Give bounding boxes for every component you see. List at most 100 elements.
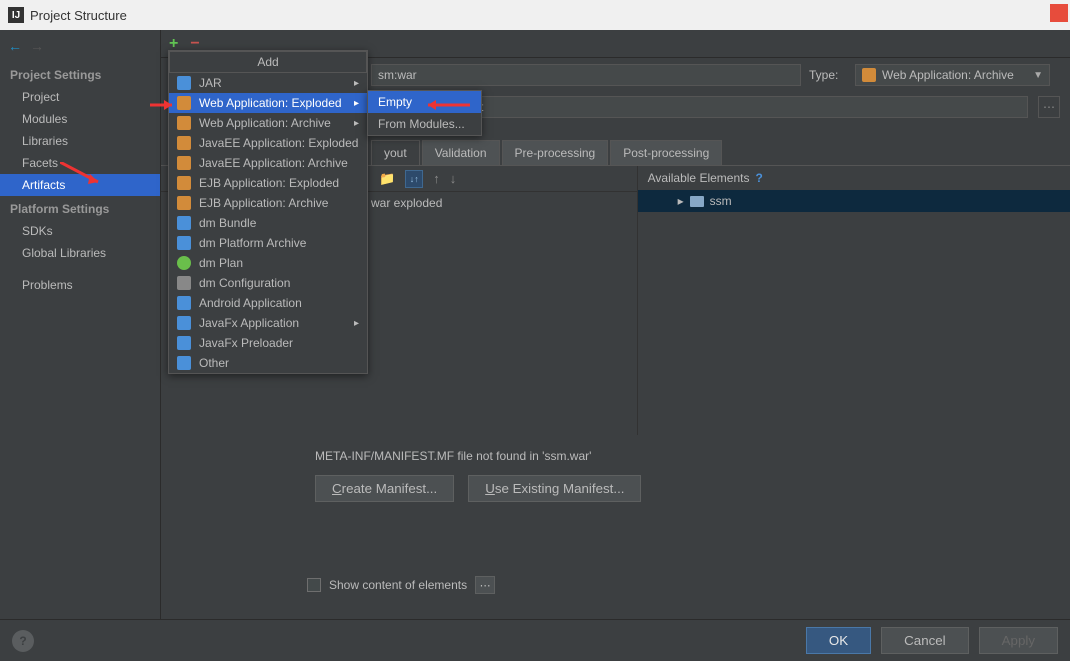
add-menu-item-label: EJB Application: Archive — [199, 196, 328, 210]
add-menu-item-label: JavaEE Application: Exploded — [199, 136, 358, 150]
new-folder-icon[interactable]: 📁 — [379, 171, 395, 187]
help-button[interactable]: ? — [12, 630, 34, 652]
annotation-arrow — [60, 162, 110, 192]
available-elements-panel: Available Elements ? ▸ ssm — [638, 166, 1070, 435]
add-menu-item[interactable]: EJB Application: Exploded — [169, 173, 367, 193]
sidebar-item-libraries[interactable]: Libraries — [0, 130, 160, 152]
archive-icon — [862, 68, 876, 82]
artifact-type-icon — [177, 276, 191, 290]
sidebar-item-modules[interactable]: Modules — [0, 108, 160, 130]
add-menu-item-label: JavaFx Application — [199, 316, 299, 330]
module-name: ssm — [710, 194, 732, 208]
add-menu-item-label: JavaEE Application: Archive — [199, 156, 348, 170]
type-combo[interactable]: Web Application: Archive ▼ — [855, 64, 1050, 86]
artifact-type-icon — [177, 196, 191, 210]
add-menu-item[interactable]: EJB Application: Archive — [169, 193, 367, 213]
artifact-type-icon — [177, 176, 191, 190]
add-menu-item-label: dm Plan — [199, 256, 243, 270]
show-content-more-button[interactable]: ⋯ — [475, 576, 495, 594]
annotation-arrow — [420, 98, 470, 112]
sidebar-item-problems[interactable]: Problems — [0, 274, 160, 296]
submenu-arrow-icon: ▸ — [354, 98, 359, 109]
ok-button[interactable]: OK — [806, 627, 871, 654]
submenu-arrow-icon: ▸ — [354, 118, 359, 129]
artifact-type-icon — [177, 356, 191, 370]
add-menu-item[interactable]: Web Application: Archive ▸ — [169, 113, 367, 133]
apply-button[interactable]: Apply — [979, 627, 1058, 654]
app-icon: IJ — [8, 7, 24, 23]
artifact-type-icon — [177, 316, 191, 330]
chevron-down-icon: ▼ — [1033, 70, 1043, 81]
add-menu-item-label: dm Platform Archive — [199, 236, 306, 250]
move-down-icon[interactable]: ↓ — [450, 171, 457, 186]
add-menu-item[interactable]: dm Bundle — [169, 213, 367, 233]
add-menu-item[interactable]: JavaEE Application: Exploded — [169, 133, 367, 153]
use-existing-manifest-button[interactable]: Use Existing Manifest... — [468, 475, 641, 502]
add-menu-item[interactable]: JavaEE Application: Archive — [169, 153, 367, 173]
section-project-settings: Project Settings — [0, 62, 160, 86]
add-menu-item[interactable]: Other — [169, 353, 367, 373]
add-menu-item-label: dm Configuration — [199, 276, 290, 290]
sidebar-item-global-libraries[interactable]: Global Libraries — [0, 242, 160, 264]
sidebar: ← → Project Settings Project Modules Lib… — [0, 30, 161, 620]
module-icon — [690, 196, 704, 207]
section-platform-settings: Platform Settings — [0, 196, 160, 220]
add-menu-item[interactable]: JAR ▸ — [169, 73, 367, 93]
artifact-type-icon — [177, 156, 191, 170]
add-menu-item-label: JavaFx Preloader — [199, 336, 293, 350]
add-menu-item[interactable]: dm Platform Archive — [169, 233, 367, 253]
tab-output-layout[interactable]: yout — [371, 140, 420, 165]
add-menu-item[interactable]: dm Plan — [169, 253, 367, 273]
add-menu-item-label: EJB Application: Exploded — [199, 176, 339, 190]
artifact-type-icon — [177, 336, 191, 350]
artifact-name-field[interactable]: sm:war — [371, 64, 801, 86]
submenu-arrow-icon: ▸ — [354, 78, 359, 89]
tab-post-processing[interactable]: Post-processing — [610, 140, 722, 165]
manifest-warning-text: META-INF/MANIFEST.MF file not found in '… — [315, 449, 1046, 463]
artifact-type-icon — [177, 116, 191, 130]
add-menu-item[interactable]: JavaFx Preloader — [169, 333, 367, 353]
back-icon[interactable]: ← — [8, 38, 22, 54]
cancel-button[interactable]: Cancel — [881, 627, 969, 654]
add-menu-item[interactable]: JavaFx Application▸ — [169, 313, 367, 333]
window-title: Project Structure — [30, 8, 127, 23]
add-submenu: EmptyFrom Modules... — [367, 90, 482, 136]
add-menu-title: Add — [169, 51, 367, 73]
sort-icon[interactable]: ↓↑ — [405, 170, 423, 188]
available-elements-header: Available Elements — [648, 171, 750, 185]
move-up-icon[interactable]: ↑ — [433, 171, 440, 186]
browse-output-button[interactable]: ⋯ — [1038, 96, 1060, 118]
add-menu-item-label: Web Application: Exploded — [199, 96, 342, 110]
submenu-item[interactable]: From Modules... — [368, 113, 481, 135]
annotation-arrow — [150, 98, 180, 112]
add-menu-item-label: JAR — [199, 76, 222, 90]
artifact-type-icon — [177, 76, 191, 90]
artifact-type-icon — [177, 136, 191, 150]
artifact-type-icon — [177, 236, 191, 250]
type-value: Web Application: Archive — [882, 68, 1014, 82]
add-menu-item[interactable]: Web Application: Exploded ▸ — [169, 93, 367, 113]
titlebar: IJ Project Structure — [0, 0, 1070, 30]
bottombar: ? OK Cancel Apply — [0, 619, 1070, 661]
artifact-type-icon — [177, 296, 191, 310]
add-menu-item[interactable]: Android Application — [169, 293, 367, 313]
tab-validation[interactable]: Validation — [422, 140, 500, 165]
tab-pre-processing[interactable]: Pre-processing — [502, 140, 609, 165]
sidebar-item-sdks[interactable]: SDKs — [0, 220, 160, 242]
create-manifest-button[interactable]: Create Manifest... — [315, 475, 454, 502]
forward-icon[interactable]: → — [30, 38, 44, 54]
artifact-type-icon — [177, 256, 191, 270]
add-menu-item-label: Android Application — [199, 296, 302, 310]
add-menu: Add JAR▸Web Application: Exploded▸Web Ap… — [168, 50, 368, 374]
expand-icon: ▸ — [678, 194, 684, 208]
add-menu-item-label: Other — [199, 356, 229, 370]
add-menu-item[interactable]: dm Configuration — [169, 273, 367, 293]
help-icon[interactable]: ? — [755, 171, 762, 185]
type-label: Type: — [809, 68, 849, 82]
available-element-item[interactable]: ▸ ssm — [638, 190, 1070, 212]
show-content-checkbox[interactable] — [307, 578, 321, 592]
add-menu-item-label: Web Application: Archive — [199, 116, 331, 130]
sidebar-item-project[interactable]: Project — [0, 86, 160, 108]
show-content-label: Show content of elements — [329, 578, 467, 592]
close-icon[interactable] — [1050, 4, 1068, 22]
